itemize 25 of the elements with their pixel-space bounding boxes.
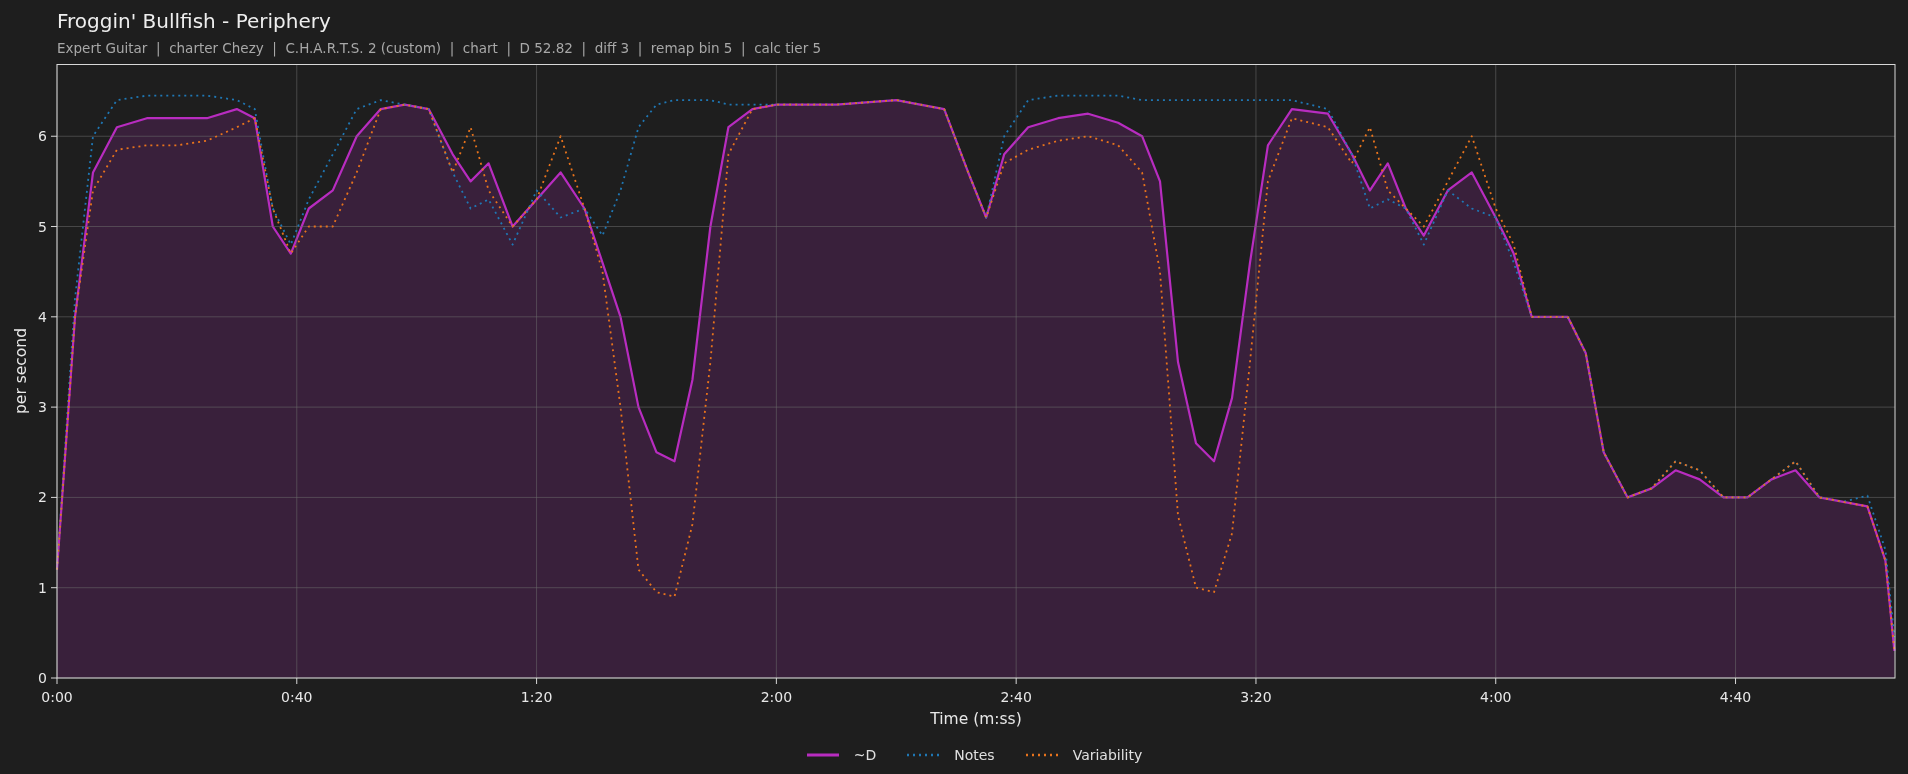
x-tick-label: 3:20 (1240, 689, 1272, 705)
legend-label: ~D (853, 747, 877, 763)
y-axis-label: per second (12, 328, 30, 414)
x-tick-label: 0:40 (281, 689, 313, 705)
x-tick-label: 0:00 (41, 689, 73, 705)
y-tick-label: 4 (38, 308, 47, 325)
chart-title: Froggin' Bullfish - Periphery (57, 8, 331, 34)
legend-line-icon (805, 752, 840, 758)
x-tick-label: 4:40 (1719, 689, 1752, 705)
y-tick-label: 6 (38, 128, 47, 145)
legend-dotted-line-icon (1024, 752, 1059, 758)
y-tick-label: 1 (38, 579, 47, 596)
legend-label: Variability (1072, 747, 1143, 763)
x-axis-label: Time (m:ss) (930, 710, 1022, 728)
x-tick-label: 2:00 (760, 689, 793, 705)
x-tick-label: 1:20 (520, 689, 553, 705)
y-tick-label: 2 (38, 489, 47, 506)
y-tick-label: 0 (38, 670, 47, 686)
x-tick-label: 4:00 (1480, 689, 1512, 705)
legend-label: Notes (954, 747, 995, 763)
x-tick-label: 2:40 (1000, 689, 1032, 705)
y-tick-label: 3 (38, 399, 47, 416)
y-tick-label: 5 (38, 218, 47, 235)
legend-dotted-line-icon (906, 752, 941, 758)
chart-subtitle: Expert Guitar | charter Chezy | C.H.A.R.T.S. 2 (custom) | chart | D 52.82 | diff 3 | remap bin 5 | calc tier 5 (57, 40, 822, 56)
